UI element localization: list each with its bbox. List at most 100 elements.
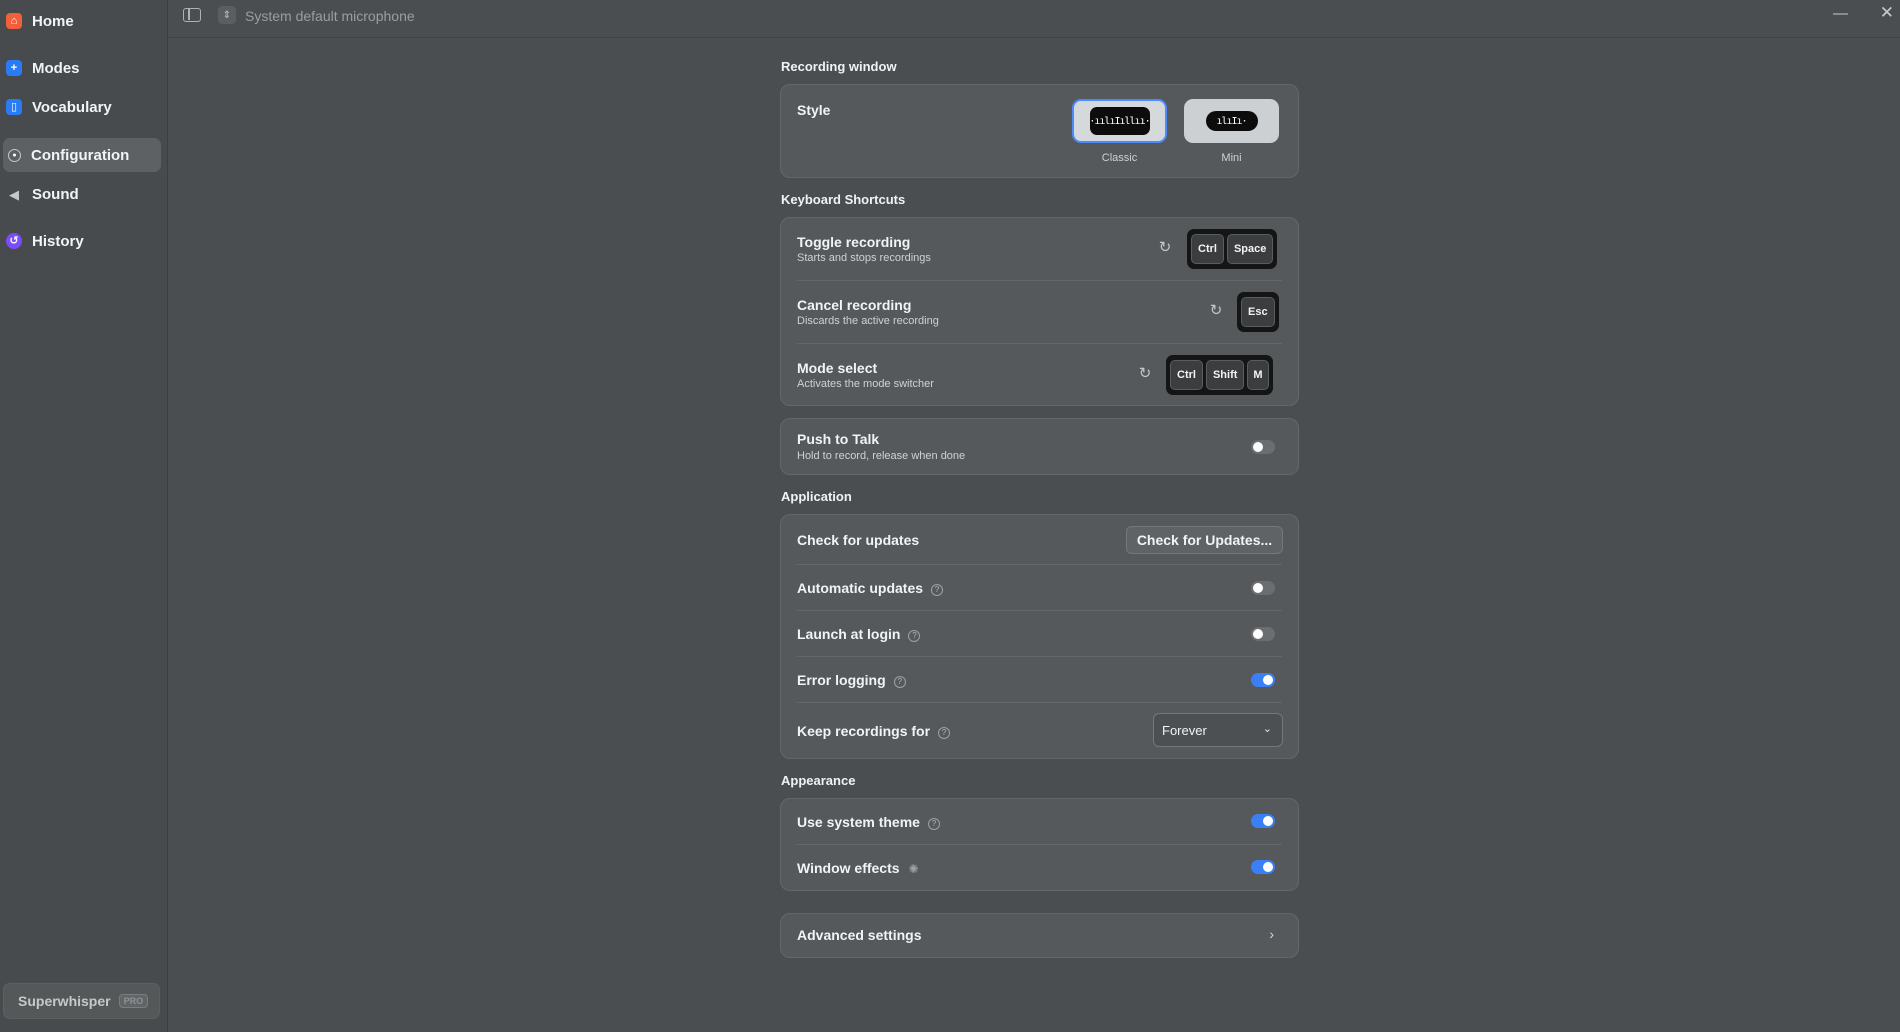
automatic-updates-toggle[interactable] [1251,581,1275,595]
use-system-theme-row: Use system theme? [797,814,940,830]
style-option-label: Mini [1221,152,1242,164]
sidebar-item-label: Home [32,12,74,30]
keep-recordings-row: Keep recordings for? [797,723,951,739]
divider [797,280,1282,281]
book-icon: ▯ [6,99,22,115]
shortcut-subtitle: Activates the mode switcher [797,378,934,390]
minimize-icon[interactable]: — [1833,5,1848,22]
sidebar-toggle-icon[interactable] [183,8,201,22]
section-title-application: Application [781,489,852,504]
use-system-theme-label: Use system theme [797,814,920,830]
style-option-classic[interactable]: ·ıılıIıllıı· [1072,99,1167,143]
sidebar-item-modes[interactable]: + Modes [3,51,161,85]
push-to-talk-toggle[interactable] [1251,440,1275,454]
launch-at-login-label: Launch at login [797,626,901,642]
sidebar-item-vocabulary[interactable]: ▯ Vocabulary [3,90,161,124]
divider [797,702,1282,703]
key-cap: Shift [1205,360,1245,390]
section-title-appearance: Appearance [781,773,856,788]
help-icon[interactable]: ? [927,817,940,830]
sidebar: ⌂ Home + Modes ▯ Vocabulary ● Configurat… [0,0,168,1032]
history-icon: ↺ [6,233,22,249]
check-for-updates-button[interactable]: Check for Updates... [1126,526,1283,554]
key-cap: Esc [1241,297,1275,327]
keep-recordings-value: Forever [1162,722,1207,738]
help-icon[interactable]: ? [908,629,921,642]
pro-badge: PRO [118,994,149,1008]
app-window: ⌂ Home + Modes ▯ Vocabulary ● Configurat… [0,0,1900,1032]
recording-window-card: Style ·ıılıIıllıı· Classic ılıIı· Mini [780,84,1299,178]
shortcut-title: Cancel recording [797,297,912,313]
reset-icon[interactable]: ↻ [1208,303,1224,319]
application-card: Check for updates Check for Updates... A… [780,514,1299,759]
waveform-mini-icon: ılıIı· [1205,111,1258,131]
divider [797,564,1282,565]
sidebar-item-configuration[interactable]: ● Configuration [3,138,161,172]
key-cap: M [1247,360,1269,390]
automatic-updates-row: Automatic updates? [797,580,944,596]
chevron-right-icon: › [1269,926,1274,942]
divider [797,610,1282,611]
error-logging-row: Error logging? [797,672,906,688]
sidebar-item-label: Modes [32,59,80,77]
help-icon[interactable]: ? [893,675,906,688]
advanced-settings-label: Advanced settings [797,927,922,943]
brand-pill[interactable]: Superwhisper PRO [3,983,160,1019]
help-icon[interactable]: ? [931,583,944,596]
keep-recordings-select[interactable]: Forever ⌄ [1153,713,1283,747]
keep-recordings-label: Keep recordings for [797,723,931,739]
shortcut-title: Toggle recording [797,234,911,250]
top-bar: ⇕ System default microphone — ✕ [169,0,1900,38]
shortcut-subtitle: Starts and stops recordings [797,252,931,264]
brand-name: Superwhisper [18,993,111,1009]
reset-icon[interactable]: ↻ [1137,366,1153,382]
close-icon[interactable]: ✕ [1880,3,1894,23]
sparkle-icon[interactable]: ✺ [909,862,919,876]
key-cap: Ctrl [1170,360,1203,390]
microphone-selector[interactable]: System default microphone [245,8,415,24]
sidebar-item-sound[interactable]: ◀ Sound [3,177,161,211]
sidebar-item-history[interactable]: ↺ History [3,224,161,258]
plus-icon: + [6,60,22,76]
chevron-down-icon: ⌄ [1262,723,1272,735]
sidebar-item-label: Vocabulary [32,98,112,116]
window-effects-label: Window effects [797,860,900,876]
advanced-settings-row[interactable]: Advanced settings › [780,913,1299,958]
reset-icon[interactable]: ↻ [1157,240,1173,256]
gear-icon: ● [8,148,21,162]
launch-at-login-toggle[interactable] [1251,627,1275,641]
waveform-classic-icon: ·ıılıIıllıı· [1089,107,1151,135]
automatic-updates-label: Automatic updates [797,580,924,596]
shortcut-title: Mode select [797,360,878,376]
help-icon[interactable]: ? [938,726,951,739]
sidebar-item-label: Configuration [31,146,130,164]
error-logging-toggle[interactable] [1251,673,1275,687]
divider [797,844,1282,845]
key-cap: Ctrl [1191,234,1224,264]
section-title-recording-window: Recording window [781,59,897,74]
divider [797,656,1282,657]
window-effects-toggle[interactable] [1251,860,1275,874]
home-icon: ⌂ [6,13,22,29]
style-label: Style [797,102,831,118]
speaker-icon: ◀ [9,186,19,202]
section-title-keyboard-shortcuts: Keyboard Shortcuts [781,192,906,207]
microphone-selector-icon[interactable]: ⇕ [218,6,236,24]
sidebar-item-home[interactable]: ⌂ Home [3,4,161,38]
shortcut-keys-cancel-recording[interactable]: Esc [1237,292,1279,332]
use-system-theme-toggle[interactable] [1251,814,1275,828]
appearance-card: Use system theme? Window effects ✺ [780,798,1299,891]
push-to-talk-subtitle: Hold to record, release when done [797,450,966,462]
launch-at-login-row: Launch at login? [797,626,921,642]
check-updates-label: Check for updates [797,532,920,548]
push-to-talk-card: Push to Talk Hold to record, release whe… [780,418,1299,475]
sidebar-item-label: History [32,232,84,250]
keyboard-shortcuts-card: Toggle recording Starts and stops record… [780,217,1299,406]
key-cap: Space [1226,234,1274,264]
shortcut-keys-toggle-recording[interactable]: Ctrl Space [1187,229,1278,269]
shortcut-subtitle: Discards the active recording [797,315,939,327]
shortcut-keys-mode-select[interactable]: Ctrl Shift M [1166,355,1273,395]
sidebar-item-label: Sound [32,185,79,203]
window-effects-row: Window effects ✺ [797,860,919,876]
style-option-mini[interactable]: ılıIı· [1184,99,1279,143]
